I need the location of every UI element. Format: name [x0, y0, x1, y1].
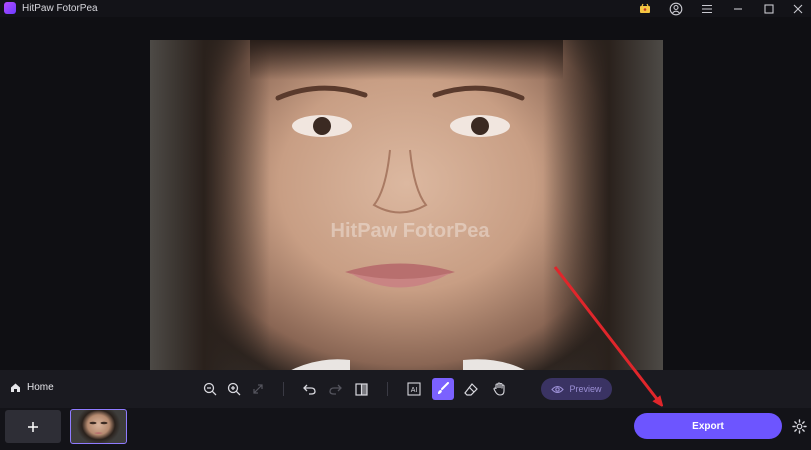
app-logo-icon [4, 2, 16, 14]
maximize-icon[interactable] [758, 0, 780, 17]
menu-icon[interactable] [696, 0, 718, 17]
eraser-icon[interactable] [460, 378, 482, 400]
eye-icon [551, 385, 565, 393]
home-label: Home [27, 382, 54, 393]
undo-icon[interactable] [298, 378, 320, 400]
image-thumbnail[interactable] [70, 409, 127, 444]
face-features [270, 85, 543, 382]
canvas-area[interactable]: HitPaw FotorPea [0, 17, 811, 382]
zoom-out-icon[interactable] [199, 378, 221, 400]
preview-label: Preview [569, 384, 602, 394]
preview-button[interactable]: Preview [541, 378, 612, 400]
watermark-text: HitPaw FotorPea [330, 220, 490, 242]
toolbar-divider [283, 382, 284, 396]
editing-toolbar: Home AI Preview [0, 370, 811, 408]
add-image-button[interactable] [5, 410, 61, 443]
app-title: HitPaw FotorPea [22, 3, 98, 14]
minimize-icon[interactable] [727, 0, 749, 17]
bottom-bar: Export [0, 408, 811, 450]
settings-gear-icon[interactable] [790, 417, 808, 435]
brush-icon[interactable] [432, 378, 454, 400]
home-icon [11, 383, 20, 392]
toolbar-divider [387, 382, 388, 396]
title-bar: HitPaw FotorPea [0, 0, 811, 17]
svg-text:AI: AI [411, 387, 418, 394]
export-button[interactable]: Export [634, 413, 782, 439]
portrait-photo[interactable]: HitPaw FotorPea [150, 40, 663, 382]
account-icon[interactable] [665, 0, 687, 17]
redo-icon[interactable] [324, 378, 346, 400]
hand-icon[interactable] [488, 378, 510, 400]
home-button[interactable]: Home [10, 382, 54, 393]
fit-screen-icon[interactable] [247, 378, 269, 400]
compare-icon[interactable] [350, 378, 372, 400]
plus-icon [28, 421, 38, 432]
ai-select-icon[interactable]: AI [403, 378, 425, 400]
close-icon[interactable] [787, 0, 809, 17]
cart-icon[interactable] [634, 0, 656, 17]
zoom-in-icon[interactable] [223, 378, 245, 400]
